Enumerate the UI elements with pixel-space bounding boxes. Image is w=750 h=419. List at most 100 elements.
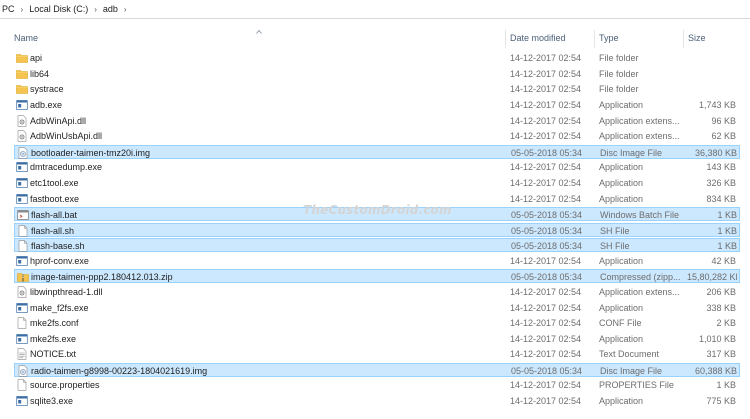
batch-file-icon (17, 209, 29, 221)
file-date-modified: 14-12-2017 02:54 (510, 349, 582, 359)
file-name: flash-all.sh (31, 226, 75, 236)
exe-icon (16, 333, 28, 345)
file-name: make_f2fs.exe (30, 303, 89, 313)
file-name: flash-base.sh (31, 241, 85, 251)
file-row[interactable]: source.properties 14-12-2017 02:54 PROPERT… (14, 378, 740, 392)
chevron-right-icon[interactable]: › (18, 5, 27, 14)
file-size: 1 KB (716, 380, 736, 390)
file-date-modified: 14-12-2017 02:54 (510, 116, 582, 126)
exe-icon (16, 161, 28, 173)
file-row[interactable]: sqlite3.exe 14-12-2017 02:54 Application 77… (14, 394, 740, 408)
exe-icon (16, 302, 28, 314)
file-name: AdbWinUsbApi.dll (30, 131, 103, 141)
column-header-type[interactable]: Type (595, 28, 683, 48)
file-date-modified: 14-12-2017 02:54 (510, 69, 582, 79)
file-row[interactable]: flash-all.sh 05-05-2018 05:34 SH File 1 KB (14, 223, 740, 237)
file-row[interactable]: flash-base.sh 05-05-2018 05:34 SH File 1 KB (14, 238, 740, 252)
file-type: CONF File (599, 318, 642, 328)
file-size: 143 KB (706, 162, 736, 172)
file-size: 62 KB (711, 131, 736, 141)
file-date-modified: 05-05-2018 05:34 (511, 226, 583, 236)
file-icon (16, 317, 28, 329)
file-date-modified: 14-12-2017 02:54 (510, 53, 582, 63)
file-size: 1,010 KB (698, 334, 736, 344)
file-name: adb.exe (30, 100, 63, 110)
file-icon (16, 379, 28, 391)
file-row[interactable]: bootloader-taimen-tmz20i.img 05-05-2018 0… (14, 145, 740, 159)
file-size: 834 KB (706, 194, 736, 204)
file-type: Application extens... (599, 116, 680, 126)
file-row[interactable]: hprof-conv.exe 14-12-2017 02:54 Applicatio… (14, 254, 740, 268)
dll-icon (16, 130, 28, 142)
file-type: File folder (599, 69, 639, 79)
file-type: File folder (599, 53, 639, 63)
file-row[interactable]: make_f2fs.exe 14-12-2017 02:54 Application… (14, 301, 740, 315)
disc-image-icon (17, 147, 29, 159)
file-size: 317 KB (706, 349, 736, 359)
folder-icon (16, 52, 28, 64)
file-row[interactable]: NOTICE.txt 14-12-2017 02:54 Text Document 3… (14, 347, 740, 361)
file-size: 60,388 KB (694, 366, 737, 376)
file-row[interactable]: mke2fs.exe 14-12-2017 02:54 Application 1,0… (14, 332, 740, 346)
file-name: image-taimen-ppp2.180412.013.zip (31, 272, 173, 282)
file-type: Disc Image File (600, 148, 663, 158)
file-row[interactable]: systrace 14-12-2017 02:54 File folder (14, 82, 740, 96)
exe-icon (16, 193, 28, 205)
disc-image-icon (17, 365, 29, 377)
file-row[interactable]: etc1tool.exe 14-12-2017 02:54 Application 3… (14, 176, 740, 190)
column-header-size[interactable]: Size (684, 28, 740, 48)
breadcrumb-pc[interactable]: PC (0, 4, 18, 14)
file-row[interactable]: adb.exe 14-12-2017 02:54 Application 1,743 … (14, 98, 740, 112)
file-size (686, 51, 736, 65)
file-name: AdbWinApi.dll (30, 116, 87, 126)
file-date-modified: 14-12-2017 02:54 (510, 334, 582, 344)
breadcrumb-local-disk[interactable]: Local Disk (C:) (26, 4, 91, 14)
file-type: File folder (599, 84, 639, 94)
file-type: Application (599, 256, 644, 266)
file-row[interactable]: dmtracedump.exe 14-12-2017 02:54 Applicati… (14, 160, 740, 174)
file-date-modified: 14-12-2017 02:54 (510, 194, 582, 204)
file-row[interactable]: AdbWinUsbApi.dll 14-12-2017 02:54 Applicat… (14, 129, 740, 143)
file-date-modified: 05-05-2018 05:34 (511, 241, 583, 251)
file-type: Disc Image File (600, 366, 663, 376)
file-name: hprof-conv.exe (30, 256, 89, 266)
file-date-modified: 14-12-2017 02:54 (510, 287, 582, 297)
file-size (686, 67, 736, 81)
exe-icon (16, 99, 28, 111)
file-row[interactable]: lib64 14-12-2017 02:54 File folder (14, 67, 740, 81)
dll-icon (16, 115, 28, 127)
file-name: source.properties (30, 380, 100, 390)
column-header-date[interactable]: Date modified (506, 28, 594, 48)
breadcrumb-adb[interactable]: adb (100, 4, 121, 14)
vertical-scrollbar[interactable] (742, 19, 750, 419)
file-type: Windows Batch File (600, 210, 680, 220)
file-row[interactable]: libwinpthread-1.dll 14-12-2017 02:54 Appli… (14, 285, 740, 299)
file-row[interactable]: api 14-12-2017 02:54 File folder (14, 51, 740, 65)
file-type: Compressed (zipp... (600, 272, 681, 282)
chevron-right-icon[interactable]: › (121, 5, 130, 14)
file-name: etc1tool.exe (30, 178, 79, 188)
file-row[interactable]: AdbWinApi.dll 14-12-2017 02:54 Application… (14, 114, 740, 128)
file-date-modified: 14-12-2017 02:54 (510, 84, 582, 94)
file-date-modified: 05-05-2018 05:34 (511, 366, 583, 376)
file-row[interactable]: radio-taimen-g8998-00223-1804021619.img 0… (14, 363, 740, 377)
file-name: lib64 (30, 69, 50, 79)
file-size: 206 KB (706, 287, 736, 297)
file-type: SH File (600, 226, 630, 236)
file-size: 42 KB (711, 256, 736, 266)
file-date-modified: 14-12-2017 02:54 (510, 131, 582, 141)
file-name: dmtracedump.exe (30, 162, 103, 172)
address-bar[interactable]: PC › Local Disk (C:) › adb › (0, 0, 750, 19)
file-size: 326 KB (706, 178, 736, 188)
column-header-name[interactable]: Name (10, 28, 506, 48)
file-name: systrace (30, 84, 64, 94)
file-type: PROPERTIES File (599, 380, 674, 390)
file-size: 1 KB (717, 226, 737, 236)
file-size (686, 82, 736, 96)
chevron-right-icon[interactable]: › (91, 5, 100, 14)
file-date-modified: 05-05-2018 05:34 (511, 148, 583, 158)
file-row[interactable]: image-taimen-ppp2.180412.013.zip 05-05-20… (14, 269, 740, 283)
file-size: 1 KB (717, 241, 737, 251)
file-date-modified: 05-05-2018 05:34 (511, 272, 583, 282)
file-row[interactable]: mke2fs.conf 14-12-2017 02:54 CONF File 2 KB (14, 316, 740, 330)
